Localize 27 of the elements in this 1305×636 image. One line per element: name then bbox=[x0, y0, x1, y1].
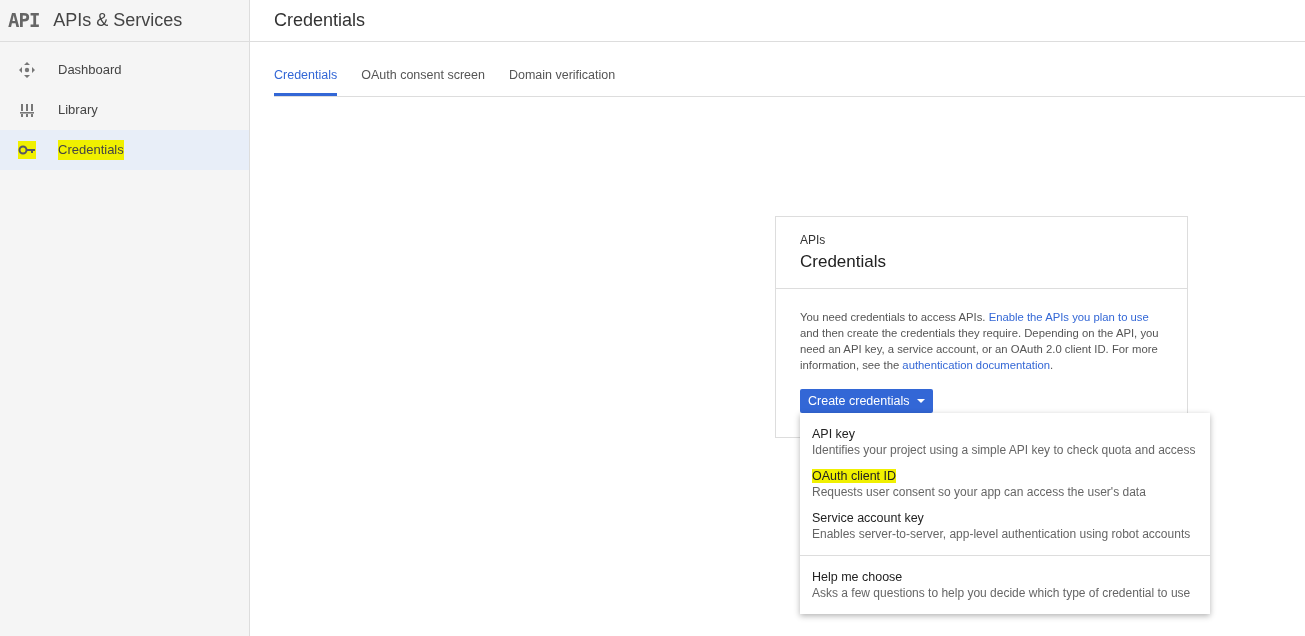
tab[interactable]: Domain verification bbox=[508, 56, 616, 96]
menu-item[interactable]: Service account key bbox=[812, 511, 924, 526]
menu-item-description: Enables server-to-server, app-level authentication using robot accounts bbox=[812, 527, 1191, 542]
menu-item[interactable]: API key bbox=[812, 427, 856, 442]
tab[interactable]: OAuth consent screen bbox=[361, 56, 485, 96]
card-overline: APIs bbox=[800, 231, 827, 249]
card-title: Credentials bbox=[800, 250, 887, 273]
info-paragraph: You need credentials to access APIs. Enable the APIs you plan to use and then create the credentials they require. Depending on the API, you need an API key, a service account, or an OAuth 2.0 client ID. For more information, see the authentication documentation. bbox=[800, 310, 1160, 374]
logo-text: API bbox=[8, 8, 40, 34]
menu-item-description: Requests user consent so your app can access the user's data bbox=[812, 485, 1146, 500]
tab[interactable]: Credentials bbox=[274, 56, 338, 96]
menu-item-description: Identifies your project using a simple API key to check quota and access bbox=[812, 443, 1196, 458]
text-link[interactable]: Enable the APIs you plan to use bbox=[988, 311, 1149, 324]
key-icon bbox=[18, 141, 36, 159]
menu-item[interactable]: OAuth client ID bbox=[812, 469, 897, 484]
columns-icon bbox=[18, 101, 36, 119]
menu-item-description: Asks a few questions to help you decide which type of credential to use bbox=[812, 586, 1191, 601]
caret-icon bbox=[917, 399, 926, 404]
sidebar-item[interactable]: Dashboard bbox=[0, 50, 249, 90]
sidebar-item[interactable]: Library bbox=[0, 90, 249, 130]
text-link[interactable]: authentication documentation bbox=[902, 359, 1050, 372]
sidebar-item[interactable]: Credentials bbox=[0, 130, 249, 170]
create-credentials-button[interactable]: Create credentials bbox=[800, 389, 934, 414]
menu-item[interactable]: Help me choose bbox=[812, 570, 903, 585]
arrows-icon bbox=[18, 61, 36, 79]
app-title: APIs & Services bbox=[53, 9, 183, 32]
page-title: Credentials bbox=[274, 9, 366, 32]
